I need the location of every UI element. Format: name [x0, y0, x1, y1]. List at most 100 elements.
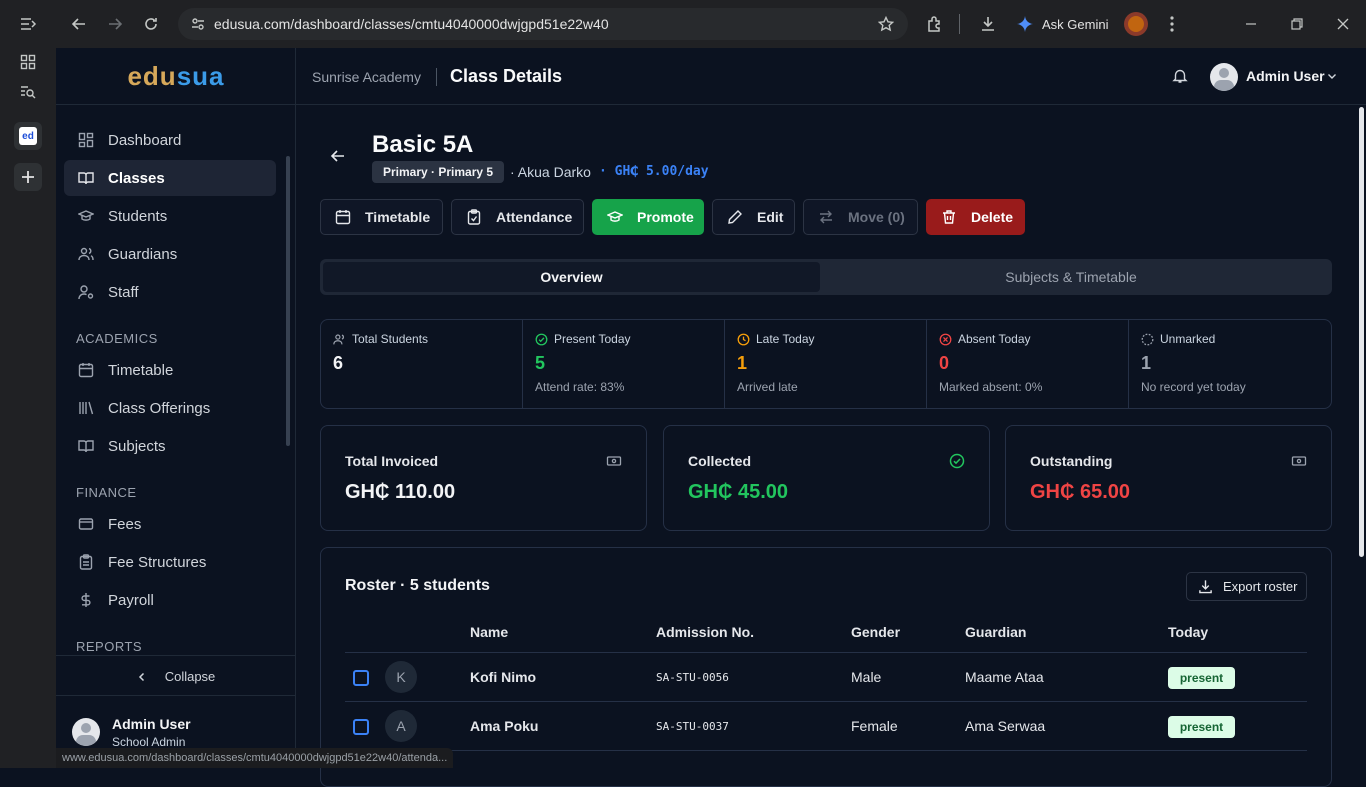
- chevron-down-icon[interactable]: [1327, 71, 1337, 81]
- admission-number: SA-STU-0037: [656, 720, 729, 733]
- edit-button[interactable]: Edit: [712, 199, 795, 235]
- graduation-cap-icon: [607, 211, 623, 222]
- sidebar-item-dashboard[interactable]: Dashboard: [64, 122, 276, 158]
- clock-icon: [737, 333, 750, 345]
- sidebar-item-label: Staff: [108, 283, 139, 301]
- profile-avatar[interactable]: [1124, 12, 1148, 36]
- attendance-button[interactable]: Attendance: [451, 199, 584, 235]
- tab-grid-icon[interactable]: [14, 48, 42, 76]
- sidebar-item-label: Timetable: [108, 361, 174, 379]
- stat-sub: Marked absent: 0%: [939, 380, 1043, 394]
- sidebar: edu sua Dashboard Classes Students Guardi…: [56, 48, 296, 768]
- sidebar-item-label: Class Offerings: [108, 399, 211, 417]
- arrows-swap-icon: [820, 210, 832, 224]
- row-checkbox[interactable]: [353, 670, 369, 686]
- promote-button[interactable]: Promote: [592, 199, 704, 235]
- sidebar-item-classes[interactable]: Classes: [64, 160, 276, 196]
- move-button[interactable]: Move (0): [803, 199, 918, 235]
- tab-search-icon[interactable]: [14, 10, 42, 38]
- reload-icon[interactable]: [137, 10, 165, 38]
- sidebar-item-label: Fees: [108, 515, 142, 533]
- export-roster-button[interactable]: Export roster: [1186, 572, 1307, 601]
- stat-value: 1: [1141, 353, 1152, 373]
- sidebar-item-fee-structures[interactable]: Fee Structures: [64, 544, 276, 580]
- student-guardian: Ama Serwaa: [965, 718, 1046, 734]
- table-row[interactable]: K Kofi Nimo SA-STU-0056 Male Maame Ataa …: [345, 652, 1307, 701]
- class-name: Basic 5A: [372, 131, 474, 158]
- sidebar-item-subjects[interactable]: Subjects: [64, 428, 276, 464]
- back-arrow-icon[interactable]: [330, 148, 346, 164]
- url-text: edusua.com/dashboard/classes/cmtu4040000…: [214, 16, 609, 32]
- sidebar-item-payroll[interactable]: Payroll: [64, 582, 276, 618]
- student-name[interactable]: Ama Poku: [470, 718, 538, 734]
- finance-card-value: GH₵ 65.00: [1030, 481, 1131, 503]
- timetable-button[interactable]: Timetable: [320, 199, 443, 235]
- user-cog-icon: [78, 285, 94, 300]
- stat-label: Present Today: [554, 332, 631, 346]
- back-icon[interactable]: [65, 10, 93, 38]
- table-row[interactable]: A Ama Poku SA-STU-0037 Female Ama Serwaa…: [345, 701, 1307, 750]
- sidebar-user-role: School Admin: [112, 735, 186, 749]
- tab-search-list-icon[interactable]: [14, 78, 42, 106]
- page-scrollbar[interactable]: [1356, 105, 1366, 768]
- admission-number: SA-STU-0056: [656, 671, 729, 684]
- ask-gemini-label: Ask Gemini: [1042, 16, 1109, 32]
- breadcrumb-school[interactable]: Sunrise Academy: [312, 69, 421, 85]
- forward-icon[interactable]: [101, 10, 129, 38]
- sidebar-scrollbar[interactable]: [285, 124, 291, 654]
- tab-bar: Overview Subjects & Timetable: [320, 259, 1332, 295]
- tab-subjects-timetable[interactable]: Subjects & Timetable: [823, 262, 1319, 292]
- tab-favicon[interactable]: ed: [14, 122, 42, 150]
- users-icon: [333, 333, 344, 344]
- delete-button[interactable]: Delete: [926, 199, 1025, 235]
- column-header-name[interactable]: Name: [470, 624, 508, 640]
- student-gender: Male: [851, 669, 882, 685]
- minimize-icon[interactable]: [1237, 10, 1265, 38]
- column-header-today[interactable]: Today: [1168, 624, 1208, 640]
- notification-bell-icon[interactable]: [1172, 68, 1188, 84]
- edusua-favicon: ed: [19, 127, 37, 145]
- user-avatar[interactable]: [72, 718, 100, 746]
- collapse-label: Collapse: [164, 669, 216, 684]
- extensions-icon[interactable]: [921, 10, 949, 38]
- sidebar-item-staff[interactable]: Staff: [64, 274, 276, 310]
- sidebar-item-fees[interactable]: Fees: [64, 506, 276, 542]
- finance-card-collected: Collected GH₵ 45.00: [663, 425, 990, 531]
- restore-icon[interactable]: [1283, 10, 1311, 38]
- download-icon[interactable]: [974, 10, 1002, 38]
- sidebar-item-label: Payroll: [108, 591, 154, 609]
- bookmark-star-icon[interactable]: [878, 16, 894, 32]
- close-window-icon[interactable]: [1329, 10, 1357, 38]
- brand-part-sua: sua: [176, 60, 225, 91]
- collapse-button[interactable]: Collapse: [56, 658, 296, 695]
- sidebar-item-timetable[interactable]: Timetable: [64, 352, 276, 388]
- pencil-icon: [728, 210, 742, 224]
- tab-overview[interactable]: Overview: [323, 262, 820, 292]
- site-settings-icon[interactable]: [190, 16, 206, 32]
- sidebar-divider: [56, 695, 296, 696]
- move-button-label: Move (0): [848, 209, 905, 225]
- header-avatar[interactable]: [1210, 63, 1238, 91]
- table-row-divider: [345, 750, 1307, 751]
- calendar-icon: [78, 363, 94, 378]
- column-header-gender[interactable]: Gender: [851, 624, 900, 640]
- finance-card-title: Collected: [688, 453, 752, 469]
- student-name[interactable]: Kofi Nimo: [470, 669, 536, 685]
- new-tab-icon[interactable]: [14, 163, 42, 191]
- library-icon: [79, 401, 94, 415]
- brand-logo[interactable]: edu sua: [56, 48, 296, 105]
- sidebar-item-class-offerings[interactable]: Class Offerings: [64, 390, 276, 426]
- gemini-icon: [1017, 16, 1033, 32]
- sidebar-item-guardians[interactable]: Guardians: [64, 236, 276, 272]
- header-user-name[interactable]: Admin User: [1246, 68, 1325, 84]
- delete-button-label: Delete: [971, 209, 1014, 225]
- browser-side-panel: ed: [0, 48, 56, 768]
- column-header-admission[interactable]: Admission No.: [656, 624, 754, 640]
- ask-gemini-button[interactable]: Ask Gemini: [1016, 10, 1108, 38]
- sidebar-user-name: Admin User: [112, 716, 191, 732]
- more-menu-icon[interactable]: [1158, 10, 1186, 38]
- row-checkbox[interactable]: [353, 719, 369, 735]
- sidebar-item-students[interactable]: Students: [64, 198, 276, 234]
- column-header-guardian[interactable]: Guardian: [965, 624, 1026, 640]
- address-bar[interactable]: edusua.com/dashboard/classes/cmtu4040000…: [178, 8, 908, 40]
